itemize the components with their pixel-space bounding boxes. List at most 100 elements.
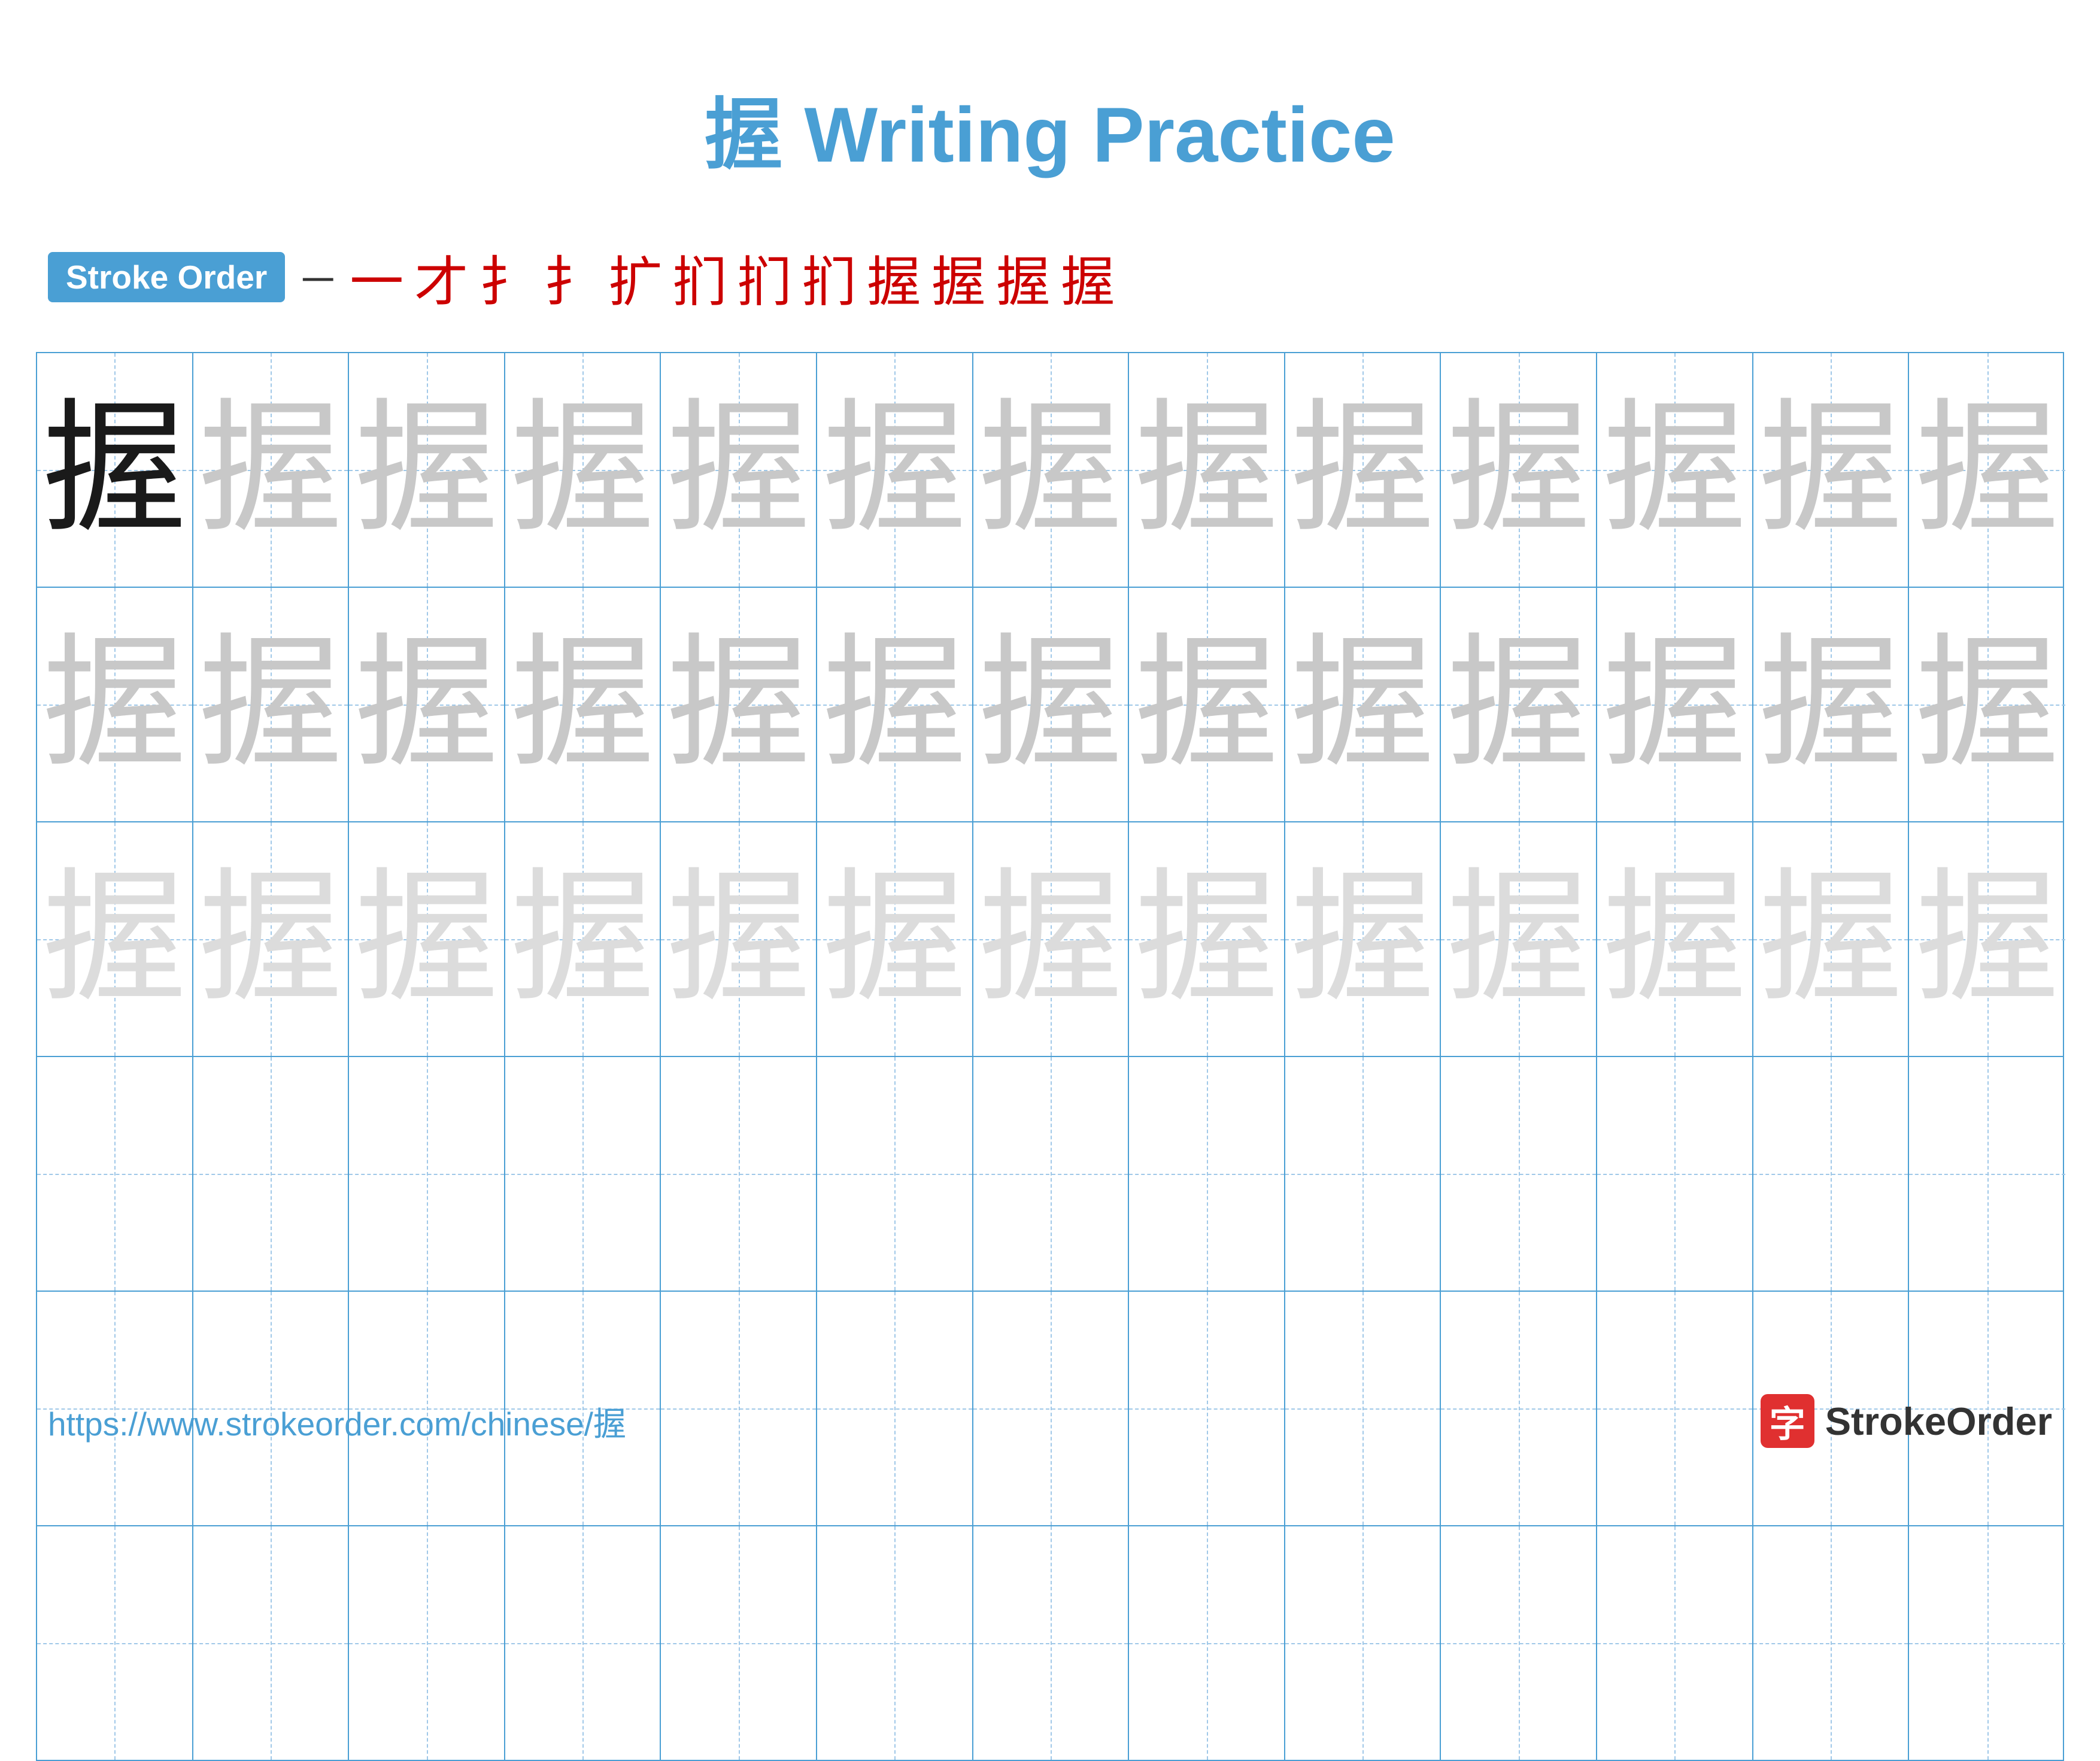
practice-char: 握: [1291, 867, 1434, 1011]
practice-char: 握: [43, 867, 186, 1011]
grid-cell[interactable]: 握: [1597, 353, 1753, 587]
grid-cell[interactable]: [1909, 1057, 2065, 1291]
grid-cell[interactable]: [505, 1526, 661, 1760]
practice-char: 握: [43, 398, 186, 542]
grid-cell[interactable]: 握: [505, 588, 661, 821]
stroke-sequence: － 一 才 扌 扌 扩 扪 扪 扪 握 握 握 握: [297, 238, 1115, 316]
grid-cell[interactable]: [1753, 1526, 1910, 1760]
grid-cell[interactable]: 握: [1129, 588, 1285, 821]
grid-cell[interactable]: [817, 1526, 973, 1760]
grid-cell[interactable]: 握: [1753, 588, 1910, 821]
grid-cell[interactable]: 握: [1441, 588, 1597, 821]
grid-cell[interactable]: 握: [1285, 353, 1442, 587]
grid-cell[interactable]: [37, 1057, 193, 1291]
practice-char: 握: [1603, 867, 1746, 1011]
practice-char: 握: [1759, 633, 1902, 776]
stroke-5: 扩: [608, 238, 662, 316]
grid-cell[interactable]: 握: [661, 822, 817, 1056]
grid-cell[interactable]: 握: [1909, 588, 2065, 821]
grid-cell[interactable]: [1597, 1526, 1753, 1760]
page-title: 握 Writing Practice: [705, 91, 1395, 178]
grid-cell[interactable]: 握: [973, 353, 1130, 587]
practice-char: 握: [979, 398, 1122, 542]
grid-cell[interactable]: 握: [1597, 822, 1753, 1056]
practice-char: 握: [355, 633, 499, 776]
practice-char: 握: [979, 867, 1122, 1011]
practice-char: 握: [355, 867, 499, 1011]
practice-char: 握: [1603, 398, 1746, 542]
grid-cell[interactable]: 握: [193, 822, 350, 1056]
practice-char: 握: [823, 867, 966, 1011]
logo-icon: 字: [1761, 1394, 1814, 1448]
grid-cell[interactable]: [1753, 1057, 1910, 1291]
practice-char: 握: [1447, 867, 1591, 1011]
grid-cell[interactable]: 握: [349, 588, 505, 821]
grid-cell[interactable]: [1129, 1526, 1285, 1760]
grid-cell[interactable]: 握: [1285, 588, 1442, 821]
grid-cell[interactable]: [973, 1526, 1130, 1760]
practice-char: 握: [1135, 867, 1279, 1011]
grid-cell[interactable]: 握: [505, 822, 661, 1056]
grid-cell[interactable]: [661, 1526, 817, 1760]
stroke-6: 扪: [673, 238, 727, 316]
grid-cell[interactable]: [1597, 1057, 1753, 1291]
grid-cell[interactable]: 握: [1285, 822, 1442, 1056]
grid-cell[interactable]: 握: [1909, 353, 2065, 587]
practice-char: 握: [1759, 867, 1902, 1011]
stroke-2: 才: [414, 238, 468, 316]
grid-cell[interactable]: [661, 1057, 817, 1291]
grid-cell[interactable]: 握: [817, 353, 973, 587]
grid-cell[interactable]: 握: [973, 588, 1130, 821]
grid-cell[interactable]: [1285, 1057, 1442, 1291]
grid-cell[interactable]: [37, 1526, 193, 1760]
grid-cell[interactable]: 握: [1753, 822, 1910, 1056]
grid-cell[interactable]: 握: [37, 822, 193, 1056]
grid-cell[interactable]: [505, 1057, 661, 1291]
practice-char: 握: [1916, 398, 2059, 542]
grid-cell[interactable]: 握: [1129, 822, 1285, 1056]
grid-cell[interactable]: 握: [1753, 353, 1910, 587]
practice-char: 握: [1447, 398, 1591, 542]
grid-cell[interactable]: 握: [661, 353, 817, 587]
grid-cell[interactable]: [193, 1526, 350, 1760]
grid-cell[interactable]: [1285, 1526, 1442, 1760]
grid-cell[interactable]: [193, 1057, 350, 1291]
grid-cell[interactable]: [1441, 1057, 1597, 1291]
practice-char: 握: [1291, 633, 1434, 776]
grid-cell[interactable]: 握: [505, 353, 661, 587]
grid-cell[interactable]: [1129, 1057, 1285, 1291]
grid-cell[interactable]: 握: [349, 822, 505, 1056]
grid-cell[interactable]: [349, 1057, 505, 1291]
grid-cell[interactable]: 握: [193, 588, 350, 821]
grid-cell[interactable]: 握: [817, 822, 973, 1056]
grid-cell[interactable]: 握: [1441, 353, 1597, 587]
grid-cell[interactable]: 握: [1597, 588, 1753, 821]
footer-logo: 字 StrokeOrder: [1761, 1394, 2052, 1448]
grid-cell[interactable]: 握: [1909, 822, 2065, 1056]
stroke-4: 扌: [544, 238, 597, 316]
practice-char: 握: [355, 398, 499, 542]
grid-cell[interactable]: [1909, 1526, 2065, 1760]
grid-cell[interactable]: [349, 1526, 505, 1760]
grid-cell[interactable]: 握: [1441, 822, 1597, 1056]
practice-char: 握: [1916, 867, 2059, 1011]
practice-char: 握: [1447, 633, 1591, 776]
practice-char: 握: [1135, 633, 1279, 776]
grid-cell[interactable]: 握: [817, 588, 973, 821]
grid-cell[interactable]: 握: [37, 353, 193, 587]
grid-cell[interactable]: [973, 1057, 1130, 1291]
grid-cell[interactable]: [817, 1057, 973, 1291]
grid-cell[interactable]: 握: [37, 588, 193, 821]
grid-cell[interactable]: 握: [661, 588, 817, 821]
grid-cell[interactable]: 握: [193, 353, 350, 587]
practice-char: 握: [511, 867, 654, 1011]
practice-char: 握: [43, 633, 186, 776]
grid-cell[interactable]: 握: [973, 822, 1130, 1056]
grid-cell[interactable]: 握: [1129, 353, 1285, 587]
footer-url: https://www.strokeorder.com/chinese/握: [48, 1397, 626, 1445]
practice-char: 握: [511, 398, 654, 542]
practice-grid[interactable]: 握 握 握 握 握 握 握 握 握 握 握 握 握 握 握 握 握 握 握 握 …: [36, 352, 2064, 1761]
grid-cell[interactable]: 握: [349, 353, 505, 587]
grid-row-4: [37, 1057, 2063, 1292]
grid-cell[interactable]: [1441, 1526, 1597, 1760]
